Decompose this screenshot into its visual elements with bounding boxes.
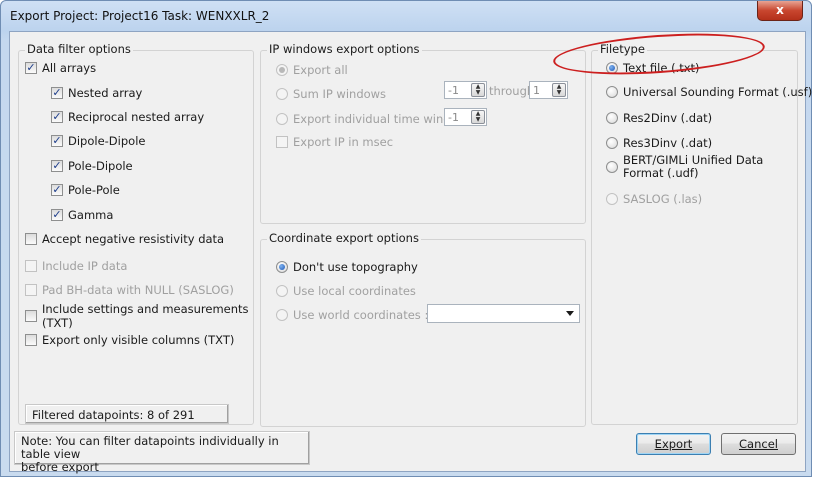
check-icon: ✓ <box>51 134 63 147</box>
cancel-button[interactable]: Cancel <box>721 433 796 455</box>
window-title: Export Project: Project16 Task: WENXXLR_… <box>10 9 270 23</box>
sum-from-spinner[interactable]: -1 ▲ ▼ <box>444 81 487 99</box>
individual-window-spinner[interactable]: -1 ▲ ▼ <box>444 108 487 126</box>
check-icon: ✓ <box>51 208 63 221</box>
include-settings-line1: Include settings and measurements <box>42 302 249 316</box>
filetype-saslog-radio[interactable]: SASLOG (.las) <box>606 192 702 206</box>
chevron-down-icon <box>566 311 574 316</box>
gamma-checkbox[interactable]: ✓ Gamma <box>51 208 113 222</box>
export-dialog: Export Project: Project16 Task: WENXXLR_… <box>0 0 812 477</box>
accept-negative-checkbox[interactable]: Accept negative resistivity data <box>25 232 224 246</box>
filetype-res2dinv-radio[interactable]: Res2Dinv (.dat) <box>606 111 712 125</box>
pad-bh-checkbox[interactable]: Pad BH-data with NULL (SASLOG) <box>25 283 234 297</box>
filtered-datapoints-label: Filtered datapoints: 8 of 291 <box>25 404 229 424</box>
dipole-dipole-checkbox[interactable]: ✓ Dipole-Dipole <box>51 134 145 148</box>
filetype-res3dinv-radio[interactable]: Res3Dinv (.dat) <box>606 136 712 150</box>
close-icon: x <box>776 3 784 17</box>
nested-array-checkbox[interactable]: ✓ Nested array <box>51 86 142 100</box>
filetype-udf-radio[interactable]: BERT/GIMLi Unified Data Format (.udf) <box>606 154 763 180</box>
title-bar[interactable]: Export Project: Project16 Task: WENXXLR_… <box>1 1 811 31</box>
use-world-coordinates-radio[interactable]: Use world coordinates : <box>276 308 428 322</box>
sum-to-spinner[interactable]: 1 ▲ ▼ <box>529 81 568 99</box>
ip-windows-legend: IP windows export options <box>267 42 422 56</box>
dont-use-topography-radio[interactable]: Don't use topography <box>276 260 418 274</box>
note-line2: before export <box>21 460 99 474</box>
pole-dipole-checkbox[interactable]: ✓ Pole-Dipole <box>51 159 133 173</box>
include-settings-checkbox[interactable]: Include settings and measurements (TXT) <box>25 302 249 330</box>
close-button[interactable]: x <box>757 1 803 21</box>
check-icon: ✓ <box>51 110 63 123</box>
data-filter-legend: Data filter options <box>25 42 133 56</box>
check-icon: ✓ <box>25 61 37 74</box>
note-box: Note: You can filter datapoints individu… <box>14 431 310 474</box>
include-ip-checkbox[interactable]: Include IP data <box>25 259 127 273</box>
use-local-coordinates-radio[interactable]: Use local coordinates <box>276 284 416 298</box>
export-individual-window-radio[interactable]: Export individual time window <box>276 112 467 126</box>
pole-pole-checkbox[interactable]: ✓ Pole-Pole <box>51 183 120 197</box>
dialog-body: Data filter options ✓ All arrays ✓ Nested … <box>9 31 812 474</box>
check-icon: ✓ <box>51 159 63 172</box>
udf-line2: Format (.udf) <box>623 166 699 180</box>
spin-arrows-icon[interactable]: ▲ ▼ <box>552 83 566 97</box>
check-icon: ✓ <box>51 86 63 99</box>
export-button[interactable]: Export <box>636 433 711 455</box>
spin-arrows-icon[interactable]: ▲ ▼ <box>471 110 485 124</box>
filetype-group: Filetype <box>591 42 798 425</box>
coordinate-legend: Coordinate export options <box>267 231 421 245</box>
all-arrays-checkbox[interactable]: ✓ All arrays <box>25 61 96 75</box>
through-label: through <box>489 84 535 98</box>
world-coordinates-dropdown[interactable] <box>427 304 580 323</box>
export-all-radio[interactable]: Export all <box>276 63 348 77</box>
sum-ip-windows-radio[interactable]: Sum IP windows <box>276 87 386 101</box>
filetype-txt-radio[interactable]: Text file (.txt) <box>606 61 700 75</box>
filetype-usf-radio[interactable]: Universal Sounding Format (.usf) <box>606 85 812 99</box>
spin-arrows-icon[interactable]: ▲ ▼ <box>471 83 485 97</box>
export-ip-msec-checkbox[interactable]: Export IP in msec <box>276 135 393 149</box>
reciprocal-nested-array-checkbox[interactable]: ✓ Reciprocal nested array <box>51 110 204 124</box>
check-icon: ✓ <box>51 183 63 196</box>
include-settings-line2: (TXT) <box>42 316 73 330</box>
filetype-legend: Filetype <box>598 42 647 56</box>
export-visible-columns-checkbox[interactable]: Export only visible columns (TXT) <box>25 333 234 347</box>
note-line1: Note: You can filter datapoints individu… <box>21 434 279 461</box>
